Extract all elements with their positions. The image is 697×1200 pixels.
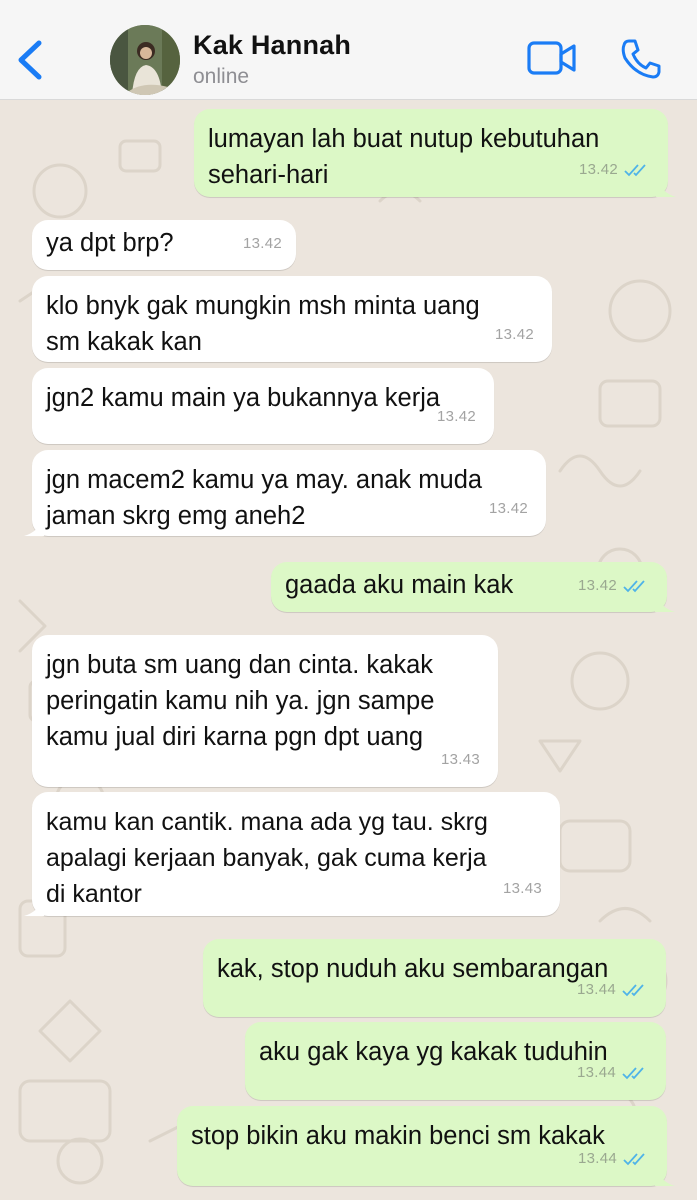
message-time: 13.43 <box>502 880 542 897</box>
message-meta: 13.42 <box>437 399 476 435</box>
voice-call-button[interactable] <box>620 38 662 80</box>
message-time: 13.44 <box>576 981 616 998</box>
message-bubble-incoming[interactable]: kamu kan cantik. mana ada yg tau. skrg a… <box>24 792 560 916</box>
video-camera-icon <box>527 41 576 75</box>
chevron-left-icon <box>18 40 42 80</box>
message-time: 13.44 <box>577 1150 617 1167</box>
message-time: 13.42 <box>577 577 617 594</box>
message-bubble-incoming[interactable]: klo bnyk gak mungkin msh minta uang sm k… <box>32 276 552 362</box>
message-text: jgn2 kamu main ya bukannya kerja <box>46 384 441 412</box>
message-time: 13.42 <box>494 326 534 343</box>
avatar[interactable] <box>110 25 180 95</box>
back-button[interactable] <box>12 36 46 84</box>
double-check-icon <box>623 1153 645 1166</box>
avatar-photo <box>110 25 180 95</box>
bubble-tail <box>24 518 44 536</box>
message-bubble-incoming[interactable]: jgn2 kamu main ya bukannya kerja 13.42 <box>32 368 494 444</box>
bubble-tail <box>655 594 675 612</box>
bubble-tail <box>655 1168 675 1186</box>
double-check-icon <box>622 984 644 997</box>
message-meta: 13.44 <box>578 1141 649 1177</box>
message-bubble-incoming[interactable]: jgn buta sm uang dan cinta. kakak pering… <box>32 635 498 787</box>
message-meta: 13.42 <box>495 317 534 353</box>
video-call-button[interactable] <box>527 40 577 76</box>
message-text: jgn macem2 kamu ya may. anak muda jaman … <box>46 466 483 530</box>
message-text: klo bnyk gak mungkin msh minta uang sm k… <box>46 292 480 356</box>
double-check-icon <box>623 580 645 593</box>
message-time: 13.44 <box>576 1064 616 1081</box>
bubble-tail <box>24 898 44 916</box>
message-meta: 13.44 <box>577 1055 648 1091</box>
contact-name[interactable]: Kak Hannah <box>193 30 351 61</box>
message-time: 13.42 <box>488 500 528 517</box>
message-meta: 13.43 <box>441 742 480 778</box>
message-bubble-incoming[interactable]: jgn macem2 kamu ya may. anak muda jaman … <box>24 450 546 536</box>
message-time: 13.43 <box>440 751 480 768</box>
message-time: 13.42 <box>242 235 282 252</box>
double-check-icon <box>622 1067 644 1080</box>
message-text: kamu kan cantik. mana ada yg tau. skrg a… <box>46 808 488 908</box>
double-check-icon <box>624 164 646 177</box>
phone-icon <box>621 39 661 79</box>
message-meta: 13.42 <box>243 226 282 262</box>
message-bubble-outgoing[interactable]: stop bikin aku makin benci sm kakak 13.4… <box>177 1106 675 1186</box>
message-time: 13.42 <box>436 408 476 425</box>
message-bubble-outgoing[interactable]: lumayan lah buat nutup kebutuhan sehari-… <box>194 109 676 197</box>
message-bubble-incoming[interactable]: ya dpt brp? 13.42 <box>32 220 296 270</box>
message-meta: 13.42 <box>578 568 649 604</box>
bubble-tail <box>656 179 676 197</box>
message-bubble-outgoing[interactable]: kak, stop nuduh aku sembarangan 13.44 <box>203 939 666 1017</box>
message-meta: 13.42 <box>579 152 650 188</box>
message-meta: 13.44 <box>577 972 648 1008</box>
message-text: jgn buta sm uang dan cinta. kakak pering… <box>46 651 435 751</box>
chat-area[interactable]: lumayan lah buat nutup kebutuhan sehari-… <box>0 101 697 1200</box>
message-meta: 13.43 <box>503 871 542 907</box>
contact-status: online <box>193 65 250 88</box>
message-time: 13.42 <box>578 161 618 178</box>
chat-header: Kak Hannah online <box>0 0 697 100</box>
message-bubble-outgoing[interactable]: gaada aku main kak 13.42 <box>271 562 675 612</box>
message-bubble-outgoing[interactable]: aku gak kaya yg kakak tuduhin 13.44 <box>245 1022 666 1100</box>
message-meta: 13.42 <box>489 491 528 527</box>
